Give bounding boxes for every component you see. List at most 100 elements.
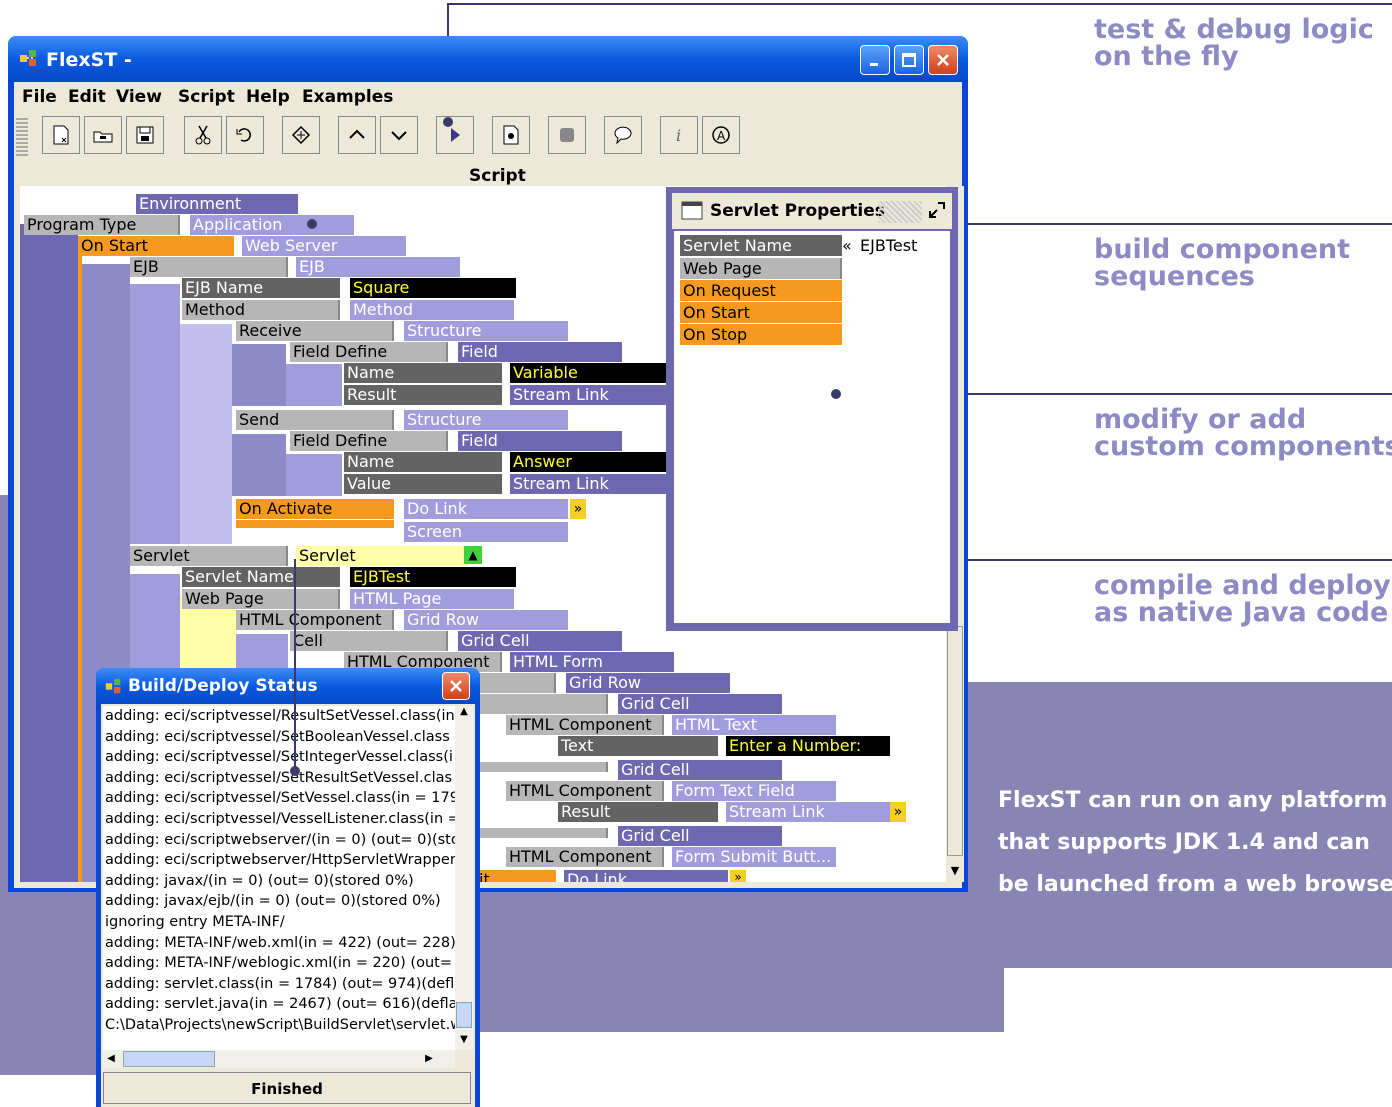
tree-stream-link-1[interactable]: Stream Link	[510, 385, 666, 405]
scroll-up-arrow-icon[interactable]: ▲	[455, 706, 473, 722]
prop-web-page[interactable]: Web Page	[680, 258, 842, 279]
tree-name-2[interactable]: Name	[344, 452, 502, 472]
tree-web-page[interactable]: Web Page	[182, 589, 340, 609]
tree-html-component-4[interactable]: HTML Component	[506, 781, 664, 801]
stream-link-arrow-icon[interactable]: »	[890, 802, 906, 822]
tree-on-start[interactable]: On Start	[78, 236, 234, 256]
build-scroll-thumb[interactable]	[456, 1002, 472, 1028]
prop-servlet-name-label[interactable]: Servlet Name	[680, 235, 842, 256]
run-button[interactable]	[436, 116, 474, 154]
menu-help[interactable]: Help	[246, 87, 290, 107]
build-titlebar[interactable]: Build/Deploy Status	[96, 668, 480, 704]
tree-cell[interactable]: Cell	[290, 631, 448, 651]
tree-application[interactable]: Application	[190, 215, 354, 235]
tree-do-link[interactable]: Do Link	[404, 499, 568, 519]
tree-stream-link-2[interactable]: Stream Link	[510, 474, 666, 494]
tree-grid-cell-1[interactable]: Grid Cell	[458, 631, 622, 651]
scroll-thumb[interactable]	[947, 626, 963, 856]
tree-grid-row-2[interactable]: Grid Row	[566, 673, 730, 693]
tree-environment[interactable]: Environment	[136, 194, 298, 214]
tree-program-type[interactable]: Program Type	[24, 215, 180, 235]
menu-view[interactable]: View	[116, 87, 162, 107]
scroll-down-arrow-icon[interactable]: ▼	[455, 1034, 473, 1050]
undock-icon[interactable]	[926, 199, 948, 221]
tree-ejb-name[interactable]: EJB Name	[182, 278, 340, 298]
properties-header[interactable]: Servlet Properties	[672, 193, 952, 229]
menu-examples[interactable]: Examples	[302, 87, 393, 107]
tree-html-text[interactable]: HTML Text	[672, 715, 836, 735]
tree-ejb-name-value[interactable]: Square	[350, 278, 516, 298]
build-log[interactable]: adding: eci/scriptvessel/ResultSetVessel…	[103, 706, 455, 1050]
tree-grid-cell-3[interactable]: Grid Cell	[618, 760, 782, 780]
move-down-button[interactable]	[380, 116, 418, 154]
open-button[interactable]	[84, 116, 122, 154]
tree-form-submit[interactable]: Form Submit Butt...	[672, 847, 836, 867]
tree-servlet-name[interactable]: Servlet Name	[182, 567, 340, 587]
debug-button[interactable]	[492, 116, 530, 154]
prop-on-stop[interactable]: On Stop	[680, 324, 842, 345]
tree-do-link-2[interactable]: Do Link	[564, 870, 728, 882]
tree-submit-partial[interactable]: it	[476, 870, 556, 882]
do-link-arrow-icon[interactable]: »	[570, 499, 586, 519]
tree-structure-1[interactable]: Structure	[404, 321, 568, 341]
info-button[interactable]: i	[660, 116, 698, 154]
do-link-2-arrow-icon[interactable]: »	[730, 870, 746, 882]
tree-servlet[interactable]: Servlet	[130, 546, 288, 566]
prop-on-start[interactable]: On Start	[680, 302, 842, 323]
component-button[interactable]	[282, 116, 320, 154]
menu-edit[interactable]: Edit	[68, 87, 106, 107]
tree-grid-cell-2[interactable]: Grid Cell	[618, 694, 782, 714]
build-horizontal-scrollbar[interactable]: ◀ ▶	[103, 1050, 455, 1068]
close-button[interactable]	[928, 45, 958, 75]
scroll-left-arrow-icon[interactable]: ◀	[103, 1050, 119, 1068]
tree-method[interactable]: Method	[182, 300, 340, 320]
tree-field-1[interactable]: Field	[458, 342, 622, 362]
tree-html-form[interactable]: HTML Form	[510, 652, 674, 672]
tree-enter-number[interactable]: Enter a Number:	[726, 736, 890, 756]
tree-servlet-type[interactable]: Servlet	[296, 546, 468, 566]
tree-result-2[interactable]: Result	[558, 802, 718, 822]
tree-value[interactable]: Value	[344, 474, 502, 494]
tree-field-2[interactable]: Field	[458, 431, 622, 451]
cut-button[interactable]	[184, 116, 222, 154]
prop-on-request[interactable]: On Request	[680, 280, 842, 301]
tree-variable[interactable]: Variable	[510, 363, 666, 383]
tree-grid-cell-4[interactable]: Grid Cell	[618, 826, 782, 846]
tree-on-activate[interactable]: On Activate	[236, 499, 394, 519]
tree-name-1[interactable]: Name	[344, 363, 502, 383]
prop-servlet-name-value[interactable]: EJBTest	[860, 235, 917, 256]
tree-html-component-1[interactable]: HTML Component	[236, 610, 394, 630]
rotate-button[interactable]	[226, 116, 264, 154]
tree-result-1[interactable]: Result	[344, 385, 502, 405]
move-up-button[interactable]	[338, 116, 376, 154]
menu-file[interactable]: File	[22, 87, 57, 107]
tree-text[interactable]: Text	[558, 736, 718, 756]
tree-ejb[interactable]: EJB	[130, 257, 288, 277]
tree-web-server[interactable]: Web Server	[242, 236, 406, 256]
tree-structure-2[interactable]: Structure	[404, 410, 568, 430]
tree-send[interactable]: Send	[236, 410, 394, 430]
scroll-down-arrow-icon[interactable]: ▼	[947, 862, 963, 880]
about-button[interactable]: A	[702, 116, 740, 154]
menu-script[interactable]: Script	[178, 87, 235, 107]
scroll-right-arrow-icon[interactable]: ▶	[421, 1050, 437, 1068]
minimize-button[interactable]	[860, 45, 890, 75]
build-hscroll-thumb[interactable]	[123, 1051, 215, 1067]
save-button[interactable]	[126, 116, 164, 154]
tree-html-component-3[interactable]: HTML Component	[506, 715, 664, 735]
tree-screen[interactable]: Screen	[404, 522, 568, 542]
collapse-up-icon[interactable]: ▲	[464, 546, 482, 564]
tree-receive[interactable]: Receive	[236, 321, 394, 341]
new-file-button[interactable]	[42, 116, 80, 154]
tree-field-define-1[interactable]: Field Define	[290, 342, 448, 362]
maximize-button[interactable]	[894, 45, 924, 75]
stop-button[interactable]	[548, 116, 586, 154]
tree-form-text-field[interactable]: Form Text Field	[672, 781, 836, 801]
main-titlebar[interactable]: FlexST -	[8, 36, 968, 82]
build-close-button[interactable]	[442, 672, 470, 700]
tree-field-define-2[interactable]: Field Define	[290, 431, 448, 451]
build-vertical-scrollbar[interactable]: ▲ ▼	[455, 706, 473, 1050]
tree-method-type[interactable]: Method	[350, 300, 514, 320]
tree-servlet-name-value[interactable]: EJBTest	[350, 567, 516, 587]
comment-button[interactable]	[604, 116, 642, 154]
